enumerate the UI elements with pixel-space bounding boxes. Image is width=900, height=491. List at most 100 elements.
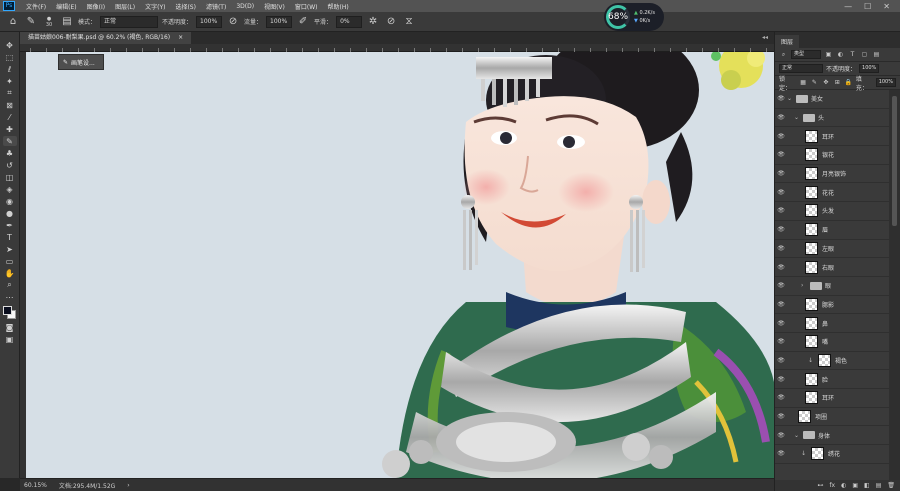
layer-row[interactable]: 👁 嘴 [775,333,889,352]
visibility-eye-icon[interactable]: 👁 [775,357,787,364]
hand-tool-icon[interactable]: ✋ [3,268,17,278]
layer-row[interactable]: 👁 右眼 [775,258,889,277]
opacity-field[interactable]: 100% [196,15,223,28]
new-layer-icon[interactable]: ▤ [876,482,882,489]
pressure-opacity-icon[interactable]: ⊘ [226,15,240,29]
layer-row[interactable]: 👁 › 眼 [775,277,889,296]
menu-file[interactable]: 文件(F) [21,2,51,11]
frame-tool-icon[interactable]: ⊠ [3,100,17,110]
layer-row[interactable]: 👁 鼻 [775,314,889,333]
zoom-level[interactable]: 60.15% [24,482,47,489]
fill-field[interactable]: 100% [875,78,896,87]
layer-row[interactable]: 👁 项圈 [775,408,889,427]
menu-window[interactable]: 窗口(W) [290,2,323,11]
lock-all-icon[interactable]: 🔒 [844,78,852,87]
filter-pixel-icon[interactable]: ▣ [824,50,833,59]
lock-pixels-icon[interactable]: ✎ [810,78,818,87]
marquee-tool-icon[interactable]: ⬚ [3,52,17,62]
layer-row[interactable]: 👁 花花 [775,183,889,203]
layer-row[interactable]: 👁 头发 [775,202,889,221]
foreground-color-swatch[interactable] [2,306,12,315]
visibility-eye-icon[interactable]: 👁 [775,394,787,401]
quick-mask-icon[interactable]: ◙ [3,322,17,332]
smoothing-gear-icon[interactable]: ✲ [366,15,380,29]
symmetry-icon[interactable]: ⧖ [402,15,416,29]
pressure-size-icon[interactable]: ⊘ [384,15,398,29]
move-tool-icon[interactable]: ✥ [3,40,17,50]
eraser-tool-icon[interactable]: ◫ [3,172,17,182]
layer-row[interactable]: 👁 耳环 [775,389,889,408]
tab-layers[interactable]: 图层 [775,35,800,48]
layer-row[interactable]: 👁 ⌄ 美女 [775,90,889,109]
mode-select[interactable]: 正常 [100,15,159,28]
screen-mode-icon[interactable]: ▣ [3,334,17,344]
history-brush-tool-icon[interactable]: ↺ [3,160,17,170]
layer-row[interactable]: 👁 月亮银饰 [775,165,889,184]
menu-filter[interactable]: 滤镜(T) [201,2,231,11]
path-selection-tool-icon[interactable]: ➤ [3,244,17,254]
visibility-eye-icon[interactable]: 👁 [775,376,787,383]
close-tab-icon[interactable]: × [178,32,183,44]
layer-row[interactable]: 👁 ⌄ 身体 [775,426,889,446]
lock-artboard-icon[interactable]: ⊞ [833,78,841,87]
blend-mode-select[interactable]: 正常 [779,64,823,73]
flow-field[interactable]: 100% [266,15,293,28]
visibility-eye-icon[interactable]: 👁 [775,207,787,214]
layer-row[interactable]: 👁 ⌄ 头 [775,109,889,128]
layer-row[interactable]: 👁 银花 [775,146,889,165]
adjustment-layer-icon[interactable]: ▣ [852,482,858,489]
visibility-eye-icon[interactable]: 👁 [775,301,787,308]
menu-select[interactable]: 选择(S) [170,2,201,11]
menu-view[interactable]: 视图(V) [259,2,290,11]
pen-tool-icon[interactable]: ✒ [3,220,17,230]
visibility-eye-icon[interactable]: 👁 [775,170,787,177]
panel-collapse-icon[interactable]: ◂◂ [762,32,774,44]
menu-edit[interactable]: 编辑(E) [51,2,81,11]
filter-type-icon[interactable]: T [848,50,857,59]
brush-tool-icon[interactable]: ✎ [24,15,38,29]
link-layers-icon[interactable]: ⊷ [817,482,823,489]
maximize-button[interactable]: ☐ [864,2,871,11]
status-menu-arrow[interactable]: › [127,482,129,489]
layer-row[interactable]: 👁 眉 [775,221,889,240]
layer-row[interactable]: 👁 ↓ 褐色 [775,352,889,371]
layer-row[interactable]: 👁 耳环 [775,127,889,147]
fx-icon[interactable]: fx [829,482,835,489]
visibility-eye-icon[interactable]: 👁 [775,264,787,271]
smooth-field[interactable]: 0% [336,15,363,28]
blur-tool-icon[interactable]: ◉ [3,196,17,206]
menu-3d[interactable]: 3D(D) [231,3,259,10]
visibility-eye-icon[interactable]: 👁 [775,282,787,289]
new-group-icon[interactable]: ◧ [864,482,870,489]
paint-bucket-tool-icon[interactable]: ◈ [3,184,17,194]
menu-image[interactable]: 图像(I) [82,2,110,11]
group-expand-icon[interactable]: ⌄ [787,95,793,102]
visibility-eye-icon[interactable]: 👁 [775,133,787,140]
layer-row[interactable]: 👁 腮影 [775,296,889,315]
group-expand-icon[interactable]: ⌄ [794,432,800,439]
dodge-tool-icon[interactable]: ● [3,208,17,218]
brush-settings-popup[interactable]: ✎ 画笔设... [58,54,104,70]
brush-preset-picker[interactable]: ● 30 [42,15,56,29]
airbrush-icon[interactable]: ✐ [296,15,310,29]
document-canvas[interactable] [26,52,774,478]
layer-row[interactable]: 👁 ↓ 绣花 [775,445,889,464]
menu-help[interactable]: 帮助(H) [323,2,354,11]
visibility-eye-icon[interactable]: 👁 [775,114,787,121]
home-icon[interactable]: ⌂ [6,15,20,29]
eyedropper-tool-icon[interactable]: ⁄ [3,112,17,122]
visibility-eye-icon[interactable]: 👁 [775,95,787,102]
more-tools-icon[interactable]: ⋯ [3,292,17,302]
type-tool-icon[interactable]: T [3,232,17,242]
magic-wand-tool-icon[interactable]: ✦ [3,76,17,86]
menu-layer[interactable]: 图层(L) [110,2,140,11]
healing-brush-tool-icon[interactable]: ✚ [3,124,17,134]
brush-tool-icon[interactable]: ✎ [2,136,17,146]
visibility-eye-icon[interactable]: 👁 [775,432,787,439]
lasso-tool-icon[interactable]: ℓ [3,64,17,74]
visibility-eye-icon[interactable]: 👁 [775,320,787,327]
document-tab[interactable]: 描苗姑娘006-耐梨果.psd @ 60.2% (褐色, RGB/16) × [20,32,192,44]
layer-scrollbar[interactable] [889,90,900,480]
add-mask-icon[interactable]: ◐ [841,482,846,489]
group-expand-icon[interactable]: ⌄ [794,114,800,121]
